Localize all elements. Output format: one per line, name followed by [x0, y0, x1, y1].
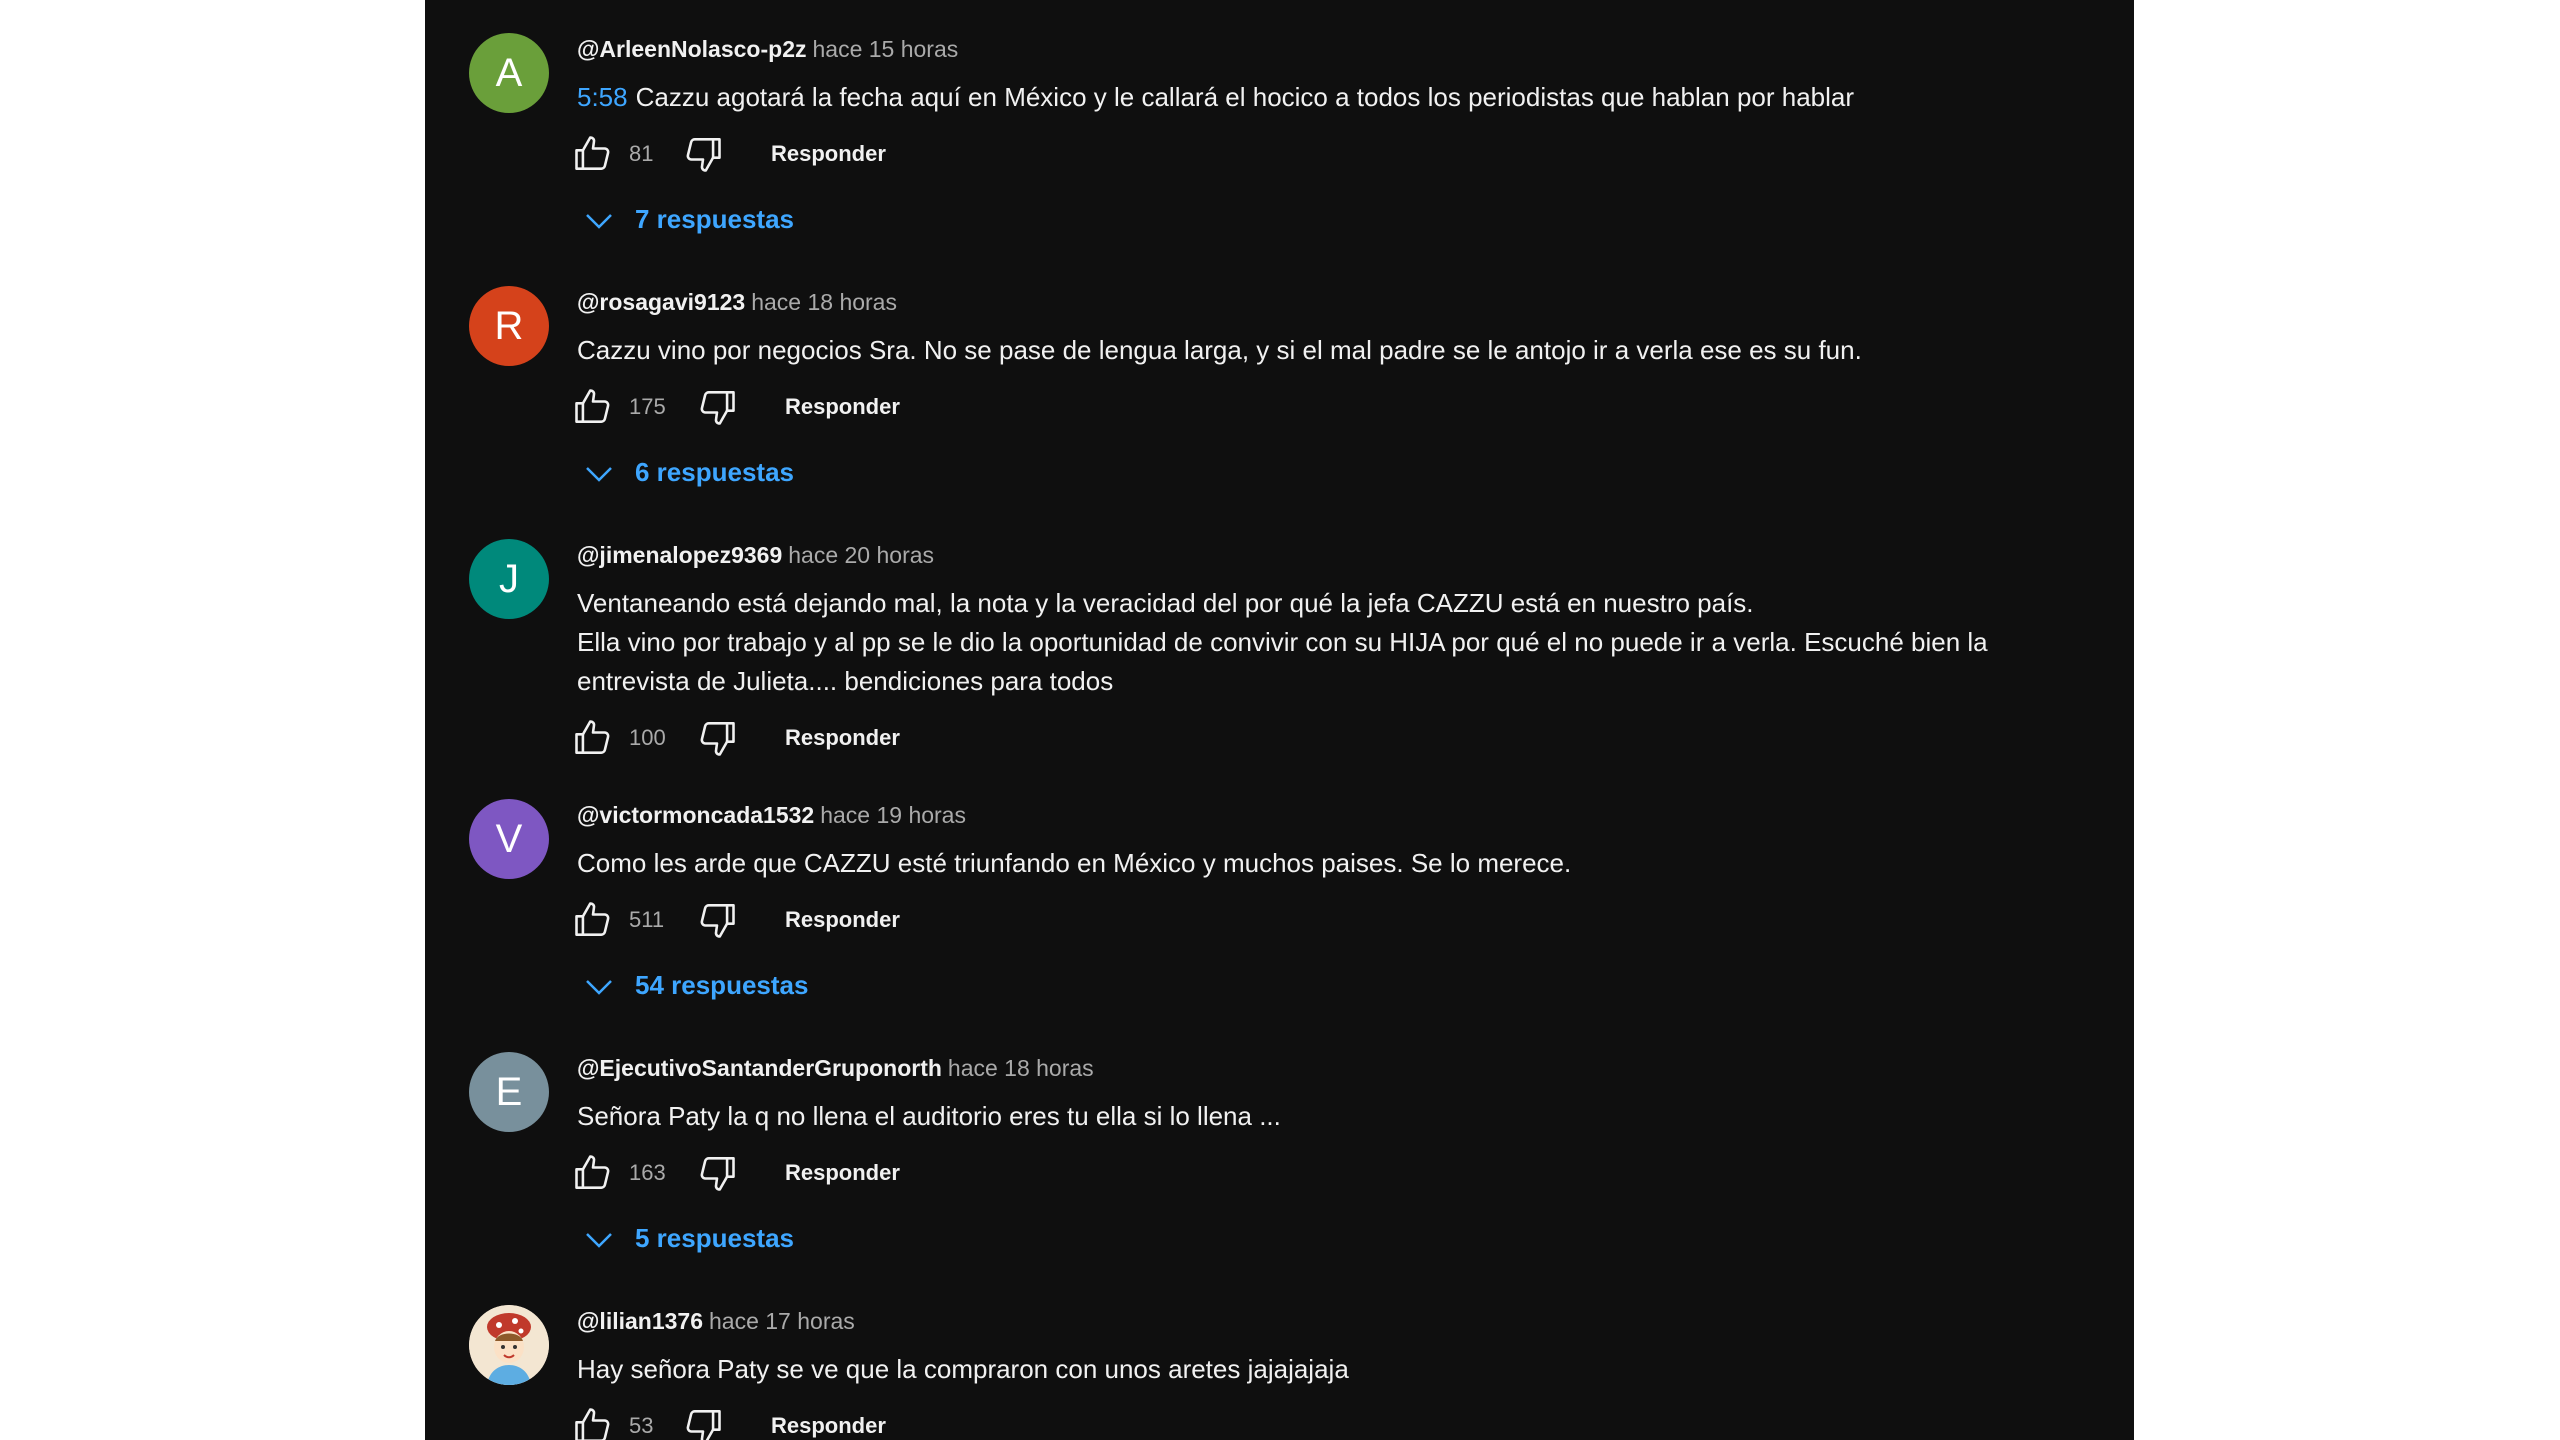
like-count: 511 — [629, 907, 665, 932]
comment-time[interactable]: hace 20 horas — [788, 542, 934, 568]
thumb-down-icon — [700, 904, 735, 938]
chevron-down-icon — [586, 980, 612, 995]
dislike-button[interactable] — [681, 132, 725, 176]
like-button[interactable] — [571, 898, 615, 942]
comment-text: Ventaneando está dejando mal, la nota y … — [577, 584, 2077, 701]
comment-line: entrevista de Julieta.... bendiciones pa… — [577, 666, 1114, 696]
avatar[interactable] — [469, 1305, 549, 1385]
comments-panel: A @ArleenNolasco-p2z hace 15 horas 5:58 Ca… — [425, 0, 2134, 1440]
comment-text: Cazzu vino por negocios Sra. No se pase … — [577, 331, 2077, 370]
comment-header: @victormoncada1532 hace 19 horas — [577, 802, 966, 829]
thumb-down-icon — [686, 138, 721, 172]
comment-line: Como les arde que CAZZU esté triunfando … — [577, 848, 1572, 878]
thumb-up-icon — [575, 1408, 610, 1440]
like-count: 163 — [629, 1160, 666, 1185]
dislike-button[interactable] — [695, 1151, 739, 1195]
reply-button[interactable]: Responder — [785, 725, 900, 751]
author-name[interactable]: @EjecutivoSantanderGruponorth — [577, 1055, 942, 1081]
comment-text: Hay señora Paty se ve que la compraron c… — [577, 1350, 2077, 1389]
comment-time[interactable]: hace 15 horas — [812, 36, 958, 62]
comment: E @EjecutivoSantanderGruponorth hace 18 h… — [425, 1019, 2134, 1272]
like-count: 175 — [629, 394, 666, 419]
like-button[interactable] — [571, 1404, 615, 1440]
author-name[interactable]: @victormoncada1532 — [577, 802, 814, 828]
comment-text: 5:58 Cazzu agotará la fecha aquí en Méxic… — [577, 78, 2077, 117]
comment-line: Cazzu agotará la fecha aquí en México y … — [635, 82, 1855, 112]
comment: @lilian1376 hace 17 horas Hay señora Paty… — [425, 1272, 2134, 1440]
thumb-down-icon — [686, 1410, 721, 1440]
reply-button[interactable]: Responder — [785, 394, 900, 420]
reply-button[interactable]: Responder — [771, 1413, 886, 1439]
thumb-down-icon — [700, 722, 735, 756]
comment-time[interactable]: hace 18 horas — [751, 289, 897, 315]
timestamp-link[interactable]: 5:58 — [577, 82, 628, 112]
comment-text: Señora Paty la q no llena el auditorio e… — [577, 1097, 2077, 1136]
comment-header: @jimenalopez9369 hace 20 horas — [577, 542, 934, 569]
comment-time[interactable]: hace 18 horas — [948, 1055, 1094, 1081]
like-count: 81 — [629, 141, 654, 166]
avatar[interactable]: V — [469, 799, 549, 879]
like-button[interactable] — [571, 385, 615, 429]
comment-line: Ella vino por trabajo y al pp se le dio … — [577, 627, 1988, 657]
replies-count: 5 respuestas — [635, 1223, 794, 1253]
thumb-up-icon — [575, 389, 610, 423]
thumb-up-icon — [575, 136, 610, 170]
thumb-up-icon — [575, 720, 610, 754]
comment-header: @ArleenNolasco-p2z hace 15 horas — [577, 36, 958, 63]
replies-count: 54 respuestas — [635, 970, 809, 1000]
author-name[interactable]: @lilian1376 — [577, 1308, 703, 1334]
dislike-button[interactable] — [681, 1404, 725, 1440]
profile-photo-icon — [469, 1305, 549, 1385]
chevron-down-icon — [586, 467, 612, 482]
thumb-up-icon — [575, 1155, 610, 1189]
reply-button[interactable]: Responder — [785, 1160, 900, 1186]
comment-text: Como les arde que CAZZU esté triunfando … — [577, 844, 2077, 883]
like-button[interactable] — [571, 132, 615, 176]
author-name[interactable]: @ArleenNolasco-p2z — [577, 36, 806, 62]
thumb-up-icon — [575, 902, 610, 936]
chevron-down-icon — [586, 214, 612, 229]
like-count: 100 — [629, 725, 666, 750]
comment-header: @lilian1376 hace 17 horas — [577, 1308, 855, 1335]
avatar[interactable]: E — [469, 1052, 549, 1132]
comment: R @rosagavi9123 hace 18 horas Cazzu vino … — [425, 253, 2134, 506]
comment-line: Señora Paty la q no llena el auditorio e… — [577, 1101, 1281, 1131]
avatar[interactable]: R — [469, 286, 549, 366]
dislike-button[interactable] — [695, 385, 739, 429]
dislike-button[interactable] — [695, 898, 739, 942]
thumb-down-icon — [700, 391, 735, 425]
reply-button[interactable]: Responder — [771, 141, 886, 167]
comment: A @ArleenNolasco-p2z hace 15 horas 5:58 Ca… — [425, 0, 2134, 253]
author-name[interactable]: @jimenalopez9369 — [577, 542, 782, 568]
dislike-button[interactable] — [695, 716, 739, 760]
comment-time[interactable]: hace 17 horas — [709, 1308, 855, 1334]
replies-count: 6 respuestas — [635, 457, 794, 487]
reply-button[interactable]: Responder — [785, 907, 900, 933]
comment-line: Cazzu vino por negocios Sra. No se pase … — [577, 335, 1862, 365]
chevron-down-icon — [586, 1233, 612, 1248]
like-button[interactable] — [571, 716, 615, 760]
thumb-down-icon — [700, 1157, 735, 1191]
comment-header: @EjecutivoSantanderGruponorth hace 18 hor… — [577, 1055, 1094, 1082]
avatar[interactable]: A — [469, 33, 549, 113]
comment: J @jimenalopez9369 hace 20 horas Ventanea… — [425, 506, 2134, 766]
author-name[interactable]: @rosagavi9123 — [577, 289, 745, 315]
like-button[interactable] — [571, 1151, 615, 1195]
comment-line: Hay señora Paty se ve que la compraron c… — [577, 1354, 1349, 1384]
replies-count: 7 respuestas — [635, 204, 794, 234]
comment-time[interactable]: hace 19 horas — [820, 802, 966, 828]
like-count: 53 — [629, 1413, 654, 1438]
comment: V @victormoncada1532 hace 19 horas Como l… — [425, 766, 2134, 1019]
avatar[interactable]: J — [469, 539, 549, 619]
comment-line: Ventaneando está dejando mal, la nota y … — [577, 588, 1754, 618]
comment-header: @rosagavi9123 hace 18 horas — [577, 289, 897, 316]
